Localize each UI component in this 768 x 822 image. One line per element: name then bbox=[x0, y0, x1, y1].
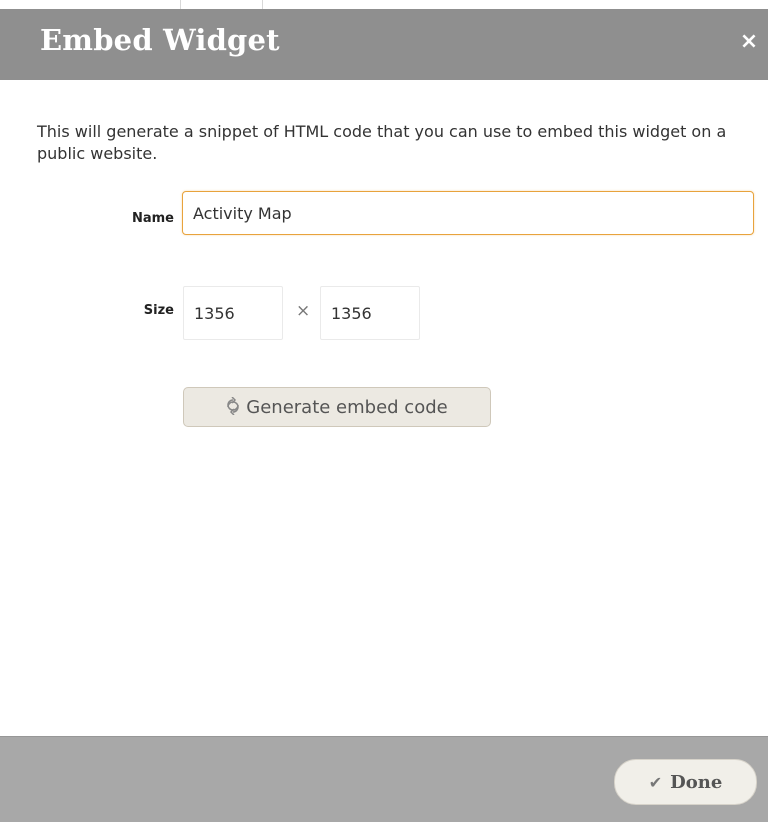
done-button[interactable]: ✔ Done bbox=[614, 759, 757, 805]
refresh-icon bbox=[226, 395, 240, 418]
generate-embed-code-button[interactable]: Generate embed code bbox=[183, 387, 491, 427]
background-strip bbox=[0, 0, 768, 9]
size-label: Size bbox=[143, 303, 174, 318]
close-icon[interactable]: × bbox=[740, 29, 758, 54]
divider bbox=[180, 0, 181, 9]
height-input[interactable] bbox=[320, 286, 420, 340]
times-separator: × bbox=[296, 301, 311, 321]
name-label: Name bbox=[131, 211, 174, 226]
dialog-description: This will generate a snippet of HTML cod… bbox=[37, 122, 727, 163]
name-input[interactable] bbox=[182, 191, 754, 235]
generate-button-label: Generate embed code bbox=[246, 396, 448, 418]
dialog-header: Embed Widget × bbox=[0, 9, 768, 80]
width-input[interactable] bbox=[183, 286, 283, 340]
done-button-label: Done bbox=[670, 771, 723, 793]
close-button[interactable]: × bbox=[738, 31, 760, 53]
dialog-title: Embed Widget bbox=[40, 23, 280, 57]
embed-widget-dialog: Embed Widget × This will generate a snip… bbox=[0, 0, 768, 822]
divider bbox=[262, 0, 263, 9]
dialog-footer: ✔ Done bbox=[0, 736, 768, 822]
check-icon: ✔ bbox=[648, 772, 663, 792]
